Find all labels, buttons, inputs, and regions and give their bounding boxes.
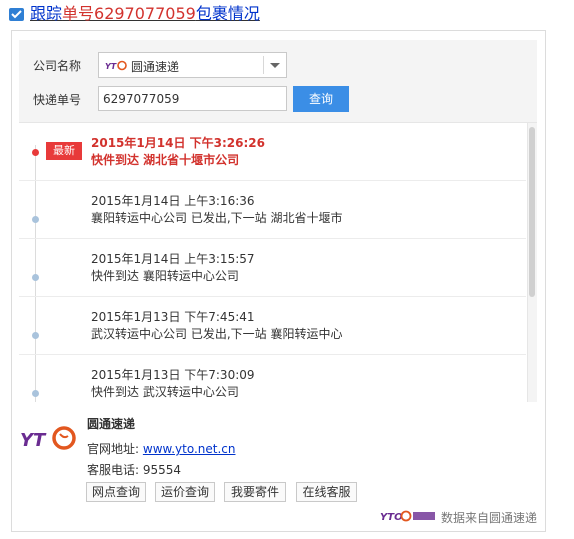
- scrollbar-thumb[interactable]: [529, 127, 535, 297]
- query-button[interactable]: 查询: [293, 86, 349, 112]
- send-package-button[interactable]: 我要寄件: [224, 482, 286, 502]
- tracking-number-input[interactable]: [98, 86, 287, 111]
- latest-dot-icon: [32, 149, 39, 156]
- yto-footer-logo-icon: YTO: [380, 510, 435, 523]
- timeline-entry: 2015年1月13日 下午7:30:09 快件到达 武汉转运中心公司: [19, 355, 526, 402]
- timeline-entry: 2015年1月14日 上午3:16:36 襄阳转运中心公司 已发出,下一站 湖北…: [19, 181, 526, 239]
- svg-text:YTO: YTO: [380, 512, 403, 523]
- phone-label: 客服电话:: [87, 463, 140, 477]
- outlet-query-button[interactable]: 网点查询: [86, 482, 146, 502]
- query-form: 公司名称 YT 圆通速递 快递单号 查询: [19, 40, 537, 122]
- entry-desc: 武汉转运中心公司 已发出,下一站 襄阳转运中心: [91, 327, 343, 341]
- entry-desc: 快件到达 武汉转运中心公司: [91, 385, 239, 399]
- svg-text:YT: YT: [20, 430, 47, 451]
- latest-badge: 最新: [46, 142, 82, 160]
- chevron-down-icon[interactable]: [270, 63, 280, 68]
- entry-desc: 快件到达 襄阳转运中心公司: [91, 269, 239, 283]
- entry-time: 2015年1月14日 上午3:16:36: [91, 194, 255, 208]
- entry-time: 2015年1月13日 下午7:30:09: [91, 368, 255, 382]
- yto-logo-icon: YT: [20, 426, 76, 451]
- entry-time: 2015年1月14日 下午3:26:26: [91, 136, 265, 150]
- title-suffix: 包裹情况: [195, 4, 260, 23]
- timeline-scrollbar[interactable]: [527, 123, 537, 402]
- site-label: 官网地址:: [87, 442, 140, 456]
- company-select[interactable]: YT 圆通速递: [98, 52, 287, 78]
- tracking-card: 公司名称 YT 圆通速递 快递单号 查询 最新 2015年1月14日 下午3:2…: [11, 30, 546, 532]
- timeline-dot-icon: [32, 216, 39, 223]
- data-source-text: 数据来自圆通速递: [441, 511, 538, 525]
- title-number: 单号6297077059: [62, 4, 196, 23]
- company-selected: 圆通速递: [131, 60, 180, 74]
- timeline-dot-icon: [32, 274, 39, 281]
- timeline-entry: 2015年1月13日 下午7:45:41 武汉转运中心公司 已发出,下一站 襄阳…: [19, 297, 526, 355]
- phone-value: 95554: [142, 463, 182, 477]
- svg-text:YT: YT: [105, 62, 117, 71]
- entry-time: 2015年1月14日 上午3:15:57: [91, 252, 255, 266]
- entry-desc: 襄阳转运中心公司 已发出,下一站 湖北省十堰市: [91, 211, 343, 225]
- site-line: 官网地址: www.yto.net.cn: [87, 440, 236, 457]
- title-prefix: 跟踪: [30, 4, 63, 23]
- entry-time: 2015年1月13日 下午7:45:41: [91, 310, 255, 324]
- site-link[interactable]: www.yto.net.cn: [143, 442, 236, 456]
- tracking-timeline[interactable]: 最新 2015年1月14日 下午3:26:26 快件到达 湖北省十堰市公司 20…: [19, 122, 537, 402]
- timeline-entry: 2015年1月14日 上午3:15:57 快件到达 襄阳转运中心公司: [19, 239, 526, 297]
- online-service-button[interactable]: 在线客服: [296, 482, 357, 502]
- price-query-button[interactable]: 运价查询: [155, 482, 215, 502]
- company-info-name: 圆通速递: [87, 417, 136, 431]
- number-label: 快递单号: [33, 93, 82, 107]
- express-box-icon: [9, 8, 24, 21]
- yto-logo-icon: YT: [105, 60, 127, 71]
- timeline-entry: 最新 2015年1月14日 下午3:26:26 快件到达 湖北省十堰市公司: [19, 123, 526, 181]
- select-divider: [263, 56, 264, 74]
- company-label: 公司名称: [33, 59, 82, 73]
- timeline-dot-icon: [32, 390, 39, 397]
- entry-desc: 快件到达 湖北省十堰市公司: [91, 153, 240, 167]
- phone-line: 客服电话: 95554: [87, 461, 181, 478]
- title-link[interactable]: 跟踪单号6297077059包裹情况: [30, 3, 260, 25]
- timeline-dot-icon: [32, 332, 39, 339]
